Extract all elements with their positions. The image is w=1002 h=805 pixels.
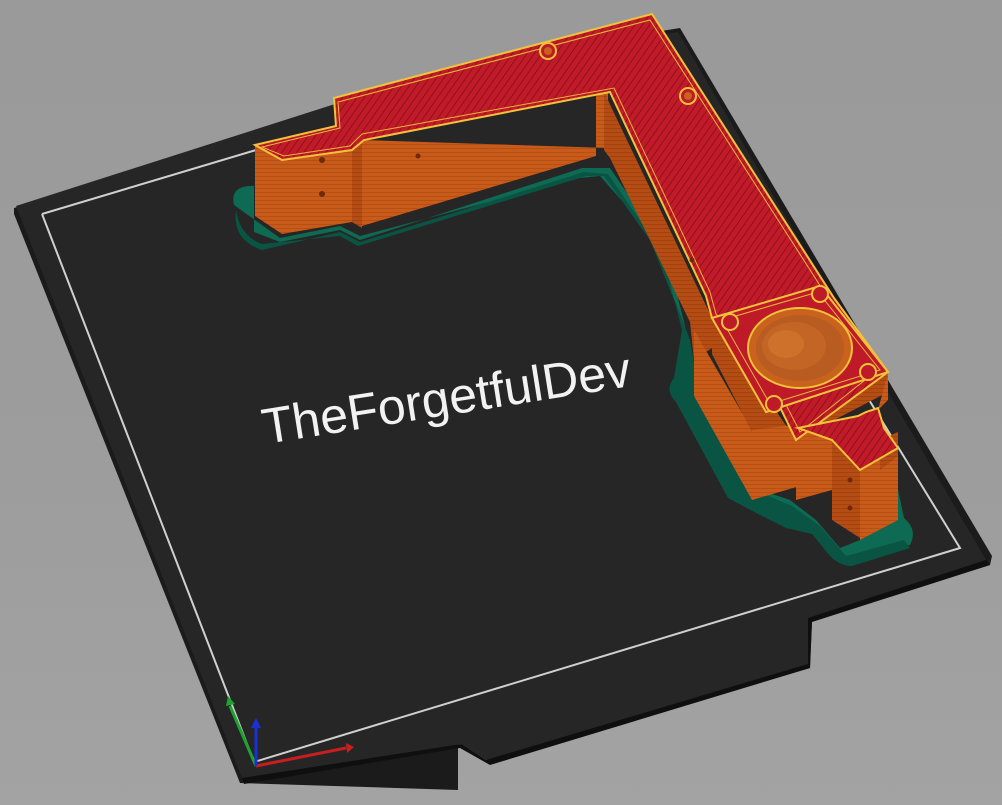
3d-viewport[interactable]: TheForgetfulDev <box>0 0 1002 805</box>
